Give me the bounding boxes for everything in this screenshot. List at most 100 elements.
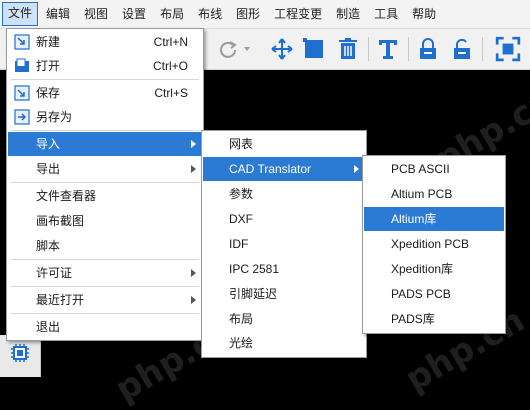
menu-help[interactable]: 帮助 [406, 3, 442, 25]
left-panel [0, 335, 41, 377]
menu-item-canvas-screenshot[interactable]: 画布截图 [8, 209, 202, 233]
menu-item-label: CAD Translator [229, 162, 312, 176]
menu-item-label: 引脚延迟 [229, 287, 278, 301]
menu-item-label: 许可证 [36, 266, 73, 280]
menu-item-pads-pcb[interactable]: PADS PCB [364, 282, 504, 306]
menu-item-label: 另存为 [36, 110, 73, 124]
submenu-arrow-icon [191, 269, 196, 277]
menu-item-label: 文件查看器 [36, 189, 97, 203]
menu-item-label: 画布截图 [36, 214, 85, 228]
menu-item-altium-pcb[interactable]: Altium PCB [364, 182, 504, 206]
menu-separator [11, 79, 199, 80]
chip-icon[interactable] [10, 343, 30, 366]
menu-item-label: 布局 [229, 312, 254, 326]
submenu-arrow-icon [191, 140, 196, 148]
menu-item-pcb-ascii[interactable]: PCB ASCII [364, 157, 504, 181]
menu-item-import[interactable]: 导入 [8, 132, 202, 156]
submenu-arrow-icon [354, 165, 359, 173]
menu-item-label: 保存 [36, 86, 61, 100]
menu-view[interactable]: 视图 [78, 3, 114, 25]
menu-item-label: 导入 [36, 137, 61, 151]
menu-eco[interactable]: 工程变更 [268, 3, 328, 25]
menu-item-label: 打开 [36, 59, 61, 73]
menu-item-label: IPC 2581 [229, 262, 280, 276]
menu-graphics[interactable]: 图形 [230, 3, 266, 25]
redo-icon[interactable] [214, 35, 242, 63]
menu-item-label: 网表 [229, 137, 254, 151]
shortcut-label: Ctrl+S [154, 86, 188, 100]
toolbar-separator [368, 37, 369, 61]
menu-route[interactable]: 布线 [192, 3, 228, 25]
menu-item-ipc-2581[interactable]: IPC 2581 [203, 257, 365, 281]
menu-item-open[interactable]: 打开 Ctrl+O [8, 54, 202, 78]
menu-item-label: 最近打开 [36, 293, 85, 307]
menu-item-cad-translator[interactable]: CAD Translator [203, 157, 365, 181]
save-icon [14, 85, 30, 101]
menu-item-exit[interactable]: 退出 [8, 315, 202, 339]
save-as-icon [14, 109, 30, 125]
menu-item-layout[interactable]: 布局 [203, 307, 365, 331]
menu-item-label: 光绘 [229, 336, 254, 350]
menu-item-pin-delay[interactable]: 引脚延迟 [203, 282, 365, 306]
menu-item-pads-lib[interactable]: PADS库 [364, 307, 504, 331]
fullscreen-icon[interactable] [494, 35, 522, 63]
menu-item-label: Altium PCB [391, 187, 453, 201]
menu-item-new[interactable]: 新建 Ctrl+N [8, 30, 202, 54]
menu-item-label: Xpedition PCB [391, 237, 470, 251]
menu-bar: 文件 编辑 视图 设置 布局 布线 图形 工程变更 制造 工具 帮助 [0, 0, 530, 29]
toolbar-separator [482, 37, 483, 61]
menu-item-label: 脚本 [36, 239, 61, 253]
menu-item-altium-lib[interactable]: Altium库 [364, 207, 504, 231]
menu-separator [11, 286, 199, 287]
text-icon[interactable] [374, 35, 402, 63]
menu-edit[interactable]: 编辑 [40, 3, 76, 25]
menu-layout[interactable]: 布局 [154, 3, 190, 25]
menu-manufacture[interactable]: 制造 [330, 3, 366, 25]
menu-item-netlist[interactable]: 网表 [203, 132, 365, 156]
menu-separator [11, 130, 199, 131]
delete-icon[interactable] [334, 35, 362, 63]
cad-translator-submenu: PCB ASCII Altium PCB Altium库 Xpedition P… [362, 155, 506, 334]
lock-icon[interactable] [414, 35, 442, 63]
menu-item-label: Xpedition库 [391, 262, 454, 276]
menu-item-label: PADS库 [391, 312, 435, 326]
unlock-icon[interactable] [448, 35, 476, 63]
menu-item-dxf[interactable]: DXF [203, 207, 365, 231]
menu-tools[interactable]: 工具 [368, 3, 404, 25]
menu-separator [11, 259, 199, 260]
submenu-arrow-icon [191, 296, 196, 304]
menu-item-label: Altium库 [391, 212, 437, 226]
menu-item-license[interactable]: 许可证 [8, 261, 202, 285]
menu-item-label: PADS PCB [391, 287, 451, 301]
menu-item-save[interactable]: 保存 Ctrl+S [8, 81, 202, 105]
menu-item-gerber[interactable]: 光绘 [203, 331, 365, 355]
shortcut-label: Ctrl+O [152, 59, 188, 73]
square-select-icon[interactable] [300, 35, 328, 63]
menu-item-xpedition-lib[interactable]: Xpedition库 [364, 257, 504, 281]
new-file-icon [14, 34, 30, 50]
menu-separator [11, 182, 199, 183]
menu-item-xpedition-pcb[interactable]: Xpedition PCB [364, 232, 504, 256]
menu-item-label: 导出 [36, 162, 61, 176]
menu-item-script[interactable]: 脚本 [8, 234, 202, 258]
shortcut-label: Ctrl+N [153, 35, 188, 49]
redo-dropdown-icon[interactable] [240, 35, 254, 63]
menu-file[interactable]: 文件 [2, 2, 39, 26]
submenu-arrow-icon [191, 165, 196, 173]
menu-settings[interactable]: 设置 [116, 3, 152, 25]
menu-item-save-as[interactable]: 另存为 [8, 105, 202, 129]
menu-separator [11, 313, 199, 314]
menu-item-label: DXF [229, 212, 253, 226]
menu-item-label: 参数 [229, 187, 254, 201]
import-submenu: 网表 CAD Translator 参数 DXF IDF IPC 2581 引脚… [201, 130, 367, 358]
menu-item-label: PCB ASCII [391, 162, 450, 176]
open-folder-icon [14, 58, 30, 74]
move-icon[interactable] [268, 35, 296, 63]
menu-item-label: 退出 [36, 320, 61, 334]
menu-item-idf[interactable]: IDF [203, 232, 365, 256]
menu-item-label: 新建 [36, 35, 61, 49]
menu-item-export[interactable]: 导出 [8, 157, 202, 181]
menu-item-parameters[interactable]: 参数 [203, 182, 365, 206]
menu-item-recent[interactable]: 最近打开 [8, 288, 202, 312]
menu-item-file-viewer[interactable]: 文件查看器 [8, 184, 202, 208]
